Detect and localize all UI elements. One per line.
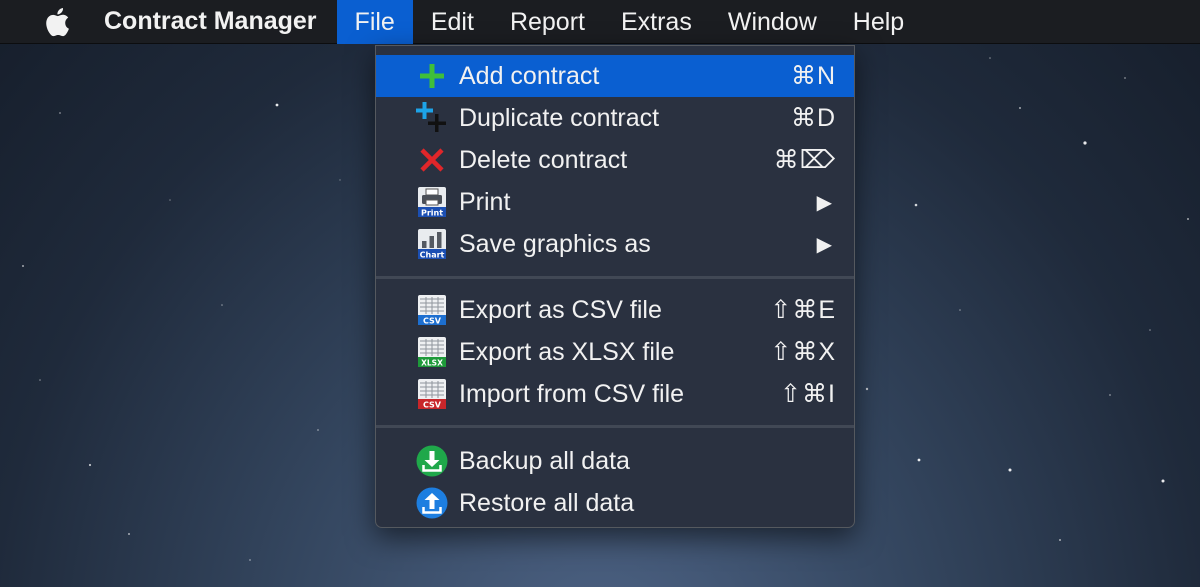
menu-item-label: Print (459, 187, 511, 216)
app-name-menu[interactable]: Contract Manager (104, 7, 317, 36)
csv-export-icon: CSV (416, 294, 448, 326)
shortcut-label: ⌘N (790, 62, 836, 90)
menu-item-label: Add contract (459, 61, 600, 90)
menu-item-export-csv[interactable]: CSV Export as CSV file ⇧⌘E (376, 289, 854, 331)
menu-item-print[interactable]: Print Print ▶ (376, 181, 854, 223)
menu-help[interactable]: Help (835, 0, 922, 44)
submenu-arrow-icon: ▶ (816, 191, 832, 214)
menu-report[interactable]: Report (492, 0, 603, 44)
xlsx-export-icon: XLSX (416, 336, 448, 368)
file-menu-dropdown: Add contract ⌘N Duplicate contract ⌘D De… (375, 45, 855, 528)
menu-item-restore[interactable]: Restore all data (376, 482, 854, 524)
menu-item-import-csv[interactable]: CSV Import from CSV file ⇧⌘I (376, 373, 854, 415)
menu-edit[interactable]: Edit (413, 0, 492, 44)
menu-item-label: Restore all data (459, 488, 635, 517)
menu-item-label: Export as CSV file (459, 295, 662, 324)
duplicate-icon (416, 102, 448, 134)
menu-window[interactable]: Window (710, 0, 835, 44)
shortcut-label: ⇧⌘I (780, 380, 836, 408)
csv-import-icon-text: CSV (423, 401, 442, 410)
menu-file[interactable]: File (336, 0, 413, 44)
menu-item-save-graphics[interactable]: Chart Save graphics as ▶ (376, 223, 854, 265)
restore-icon (416, 487, 448, 519)
shortcut-label: ⌘⌦ (773, 146, 836, 174)
menu-extras[interactable]: Extras (603, 0, 710, 44)
shortcut-label: ⌘D (790, 104, 836, 132)
menu-item-backup[interactable]: Backup all data (376, 440, 854, 482)
add-icon (416, 60, 448, 92)
menu-item-export-xlsx[interactable]: XLSX Export as XLSX file ⇧⌘X (376, 331, 854, 373)
apple-logo-icon[interactable] (36, 0, 76, 44)
menu-item-label: Backup all data (459, 446, 630, 475)
menu-item-duplicate-contract[interactable]: Duplicate contract ⌘D (376, 97, 854, 139)
menu-separator (376, 276, 854, 279)
print-icon: Print (416, 186, 448, 218)
xlsx-export-icon-text: XLSX (421, 359, 443, 368)
menu-item-delete-contract[interactable]: Delete contract ⌘⌦ (376, 139, 854, 181)
chart-icon: Chart (416, 228, 448, 260)
chart-icon-text: Chart (420, 251, 445, 260)
menu-item-add-contract[interactable]: Add contract ⌘N (376, 55, 854, 97)
menu-item-label: Export as XLSX file (459, 337, 675, 366)
menu-item-label: Import from CSV file (459, 379, 685, 408)
csv-import-icon: CSV (416, 378, 448, 410)
backup-icon (416, 445, 448, 477)
submenu-arrow-icon: ▶ (816, 233, 832, 256)
csv-export-icon-text: CSV (423, 317, 442, 326)
print-icon-text: Print (421, 209, 443, 218)
menu-item-label: Delete contract (459, 145, 628, 174)
delete-icon (416, 144, 448, 176)
shortcut-label: ⇧⌘X (770, 338, 836, 366)
shortcut-label: ⇧⌘E (770, 296, 836, 324)
menu-item-label: Duplicate contract (459, 103, 660, 132)
menu-bar: Contract Manager File Edit Report Extras… (0, 0, 1200, 44)
menu-separator (376, 425, 854, 428)
menu-item-label: Save graphics as (459, 229, 651, 258)
